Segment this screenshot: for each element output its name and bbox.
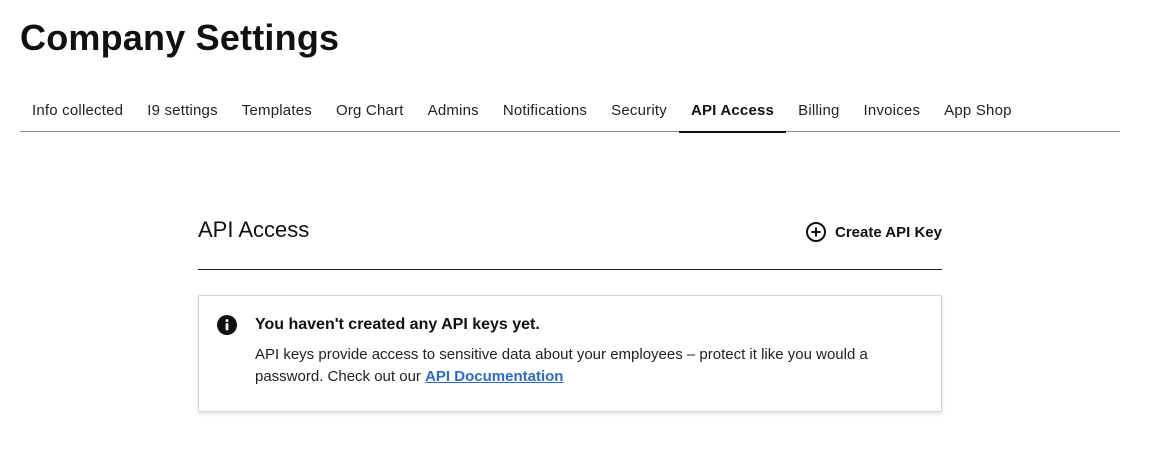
section-title: API Access — [198, 217, 310, 242]
tab-security[interactable]: Security — [599, 96, 679, 132]
tab-admins[interactable]: Admins — [416, 96, 491, 132]
info-icon — [217, 315, 237, 335]
company-settings-page: Company Settings Info collected I9 setti… — [0, 0, 1156, 454]
empty-state-notice: You haven't created any API keys yet. AP… — [198, 295, 942, 412]
tab-api-access[interactable]: API Access — [678, 96, 787, 133]
api-documentation-link[interactable]: API Documentation — [425, 368, 563, 385]
tab-i9-settings[interactable]: I9 settings — [135, 96, 230, 132]
api-access-section: API Access Create API Key You haven't cr… — [198, 208, 942, 412]
page-title: Company Settings — [20, 17, 340, 58]
notice-title: You haven't created any API keys yet. — [255, 316, 540, 333]
tab-notifications[interactable]: Notifications — [491, 96, 599, 132]
create-api-key-label: Create API Key — [835, 223, 942, 241]
tab-templates[interactable]: Templates — [230, 96, 324, 132]
tab-app-shop[interactable]: App Shop — [932, 96, 1024, 132]
tab-org-chart[interactable]: Org Chart — [324, 96, 416, 132]
settings-tabs: Info collected I9 settings Templates Org… — [20, 96, 1120, 133]
create-api-key-button[interactable]: Create API Key — [805, 221, 942, 243]
plus-circle-icon — [805, 221, 827, 243]
tab-info-collected[interactable]: Info collected — [20, 96, 135, 132]
notice-body: API keys provide access to sensitive dat… — [255, 344, 915, 388]
section-header: API Access Create API Key — [198, 208, 942, 270]
tab-invoices[interactable]: Invoices — [852, 96, 933, 132]
tab-billing[interactable]: Billing — [786, 96, 851, 132]
